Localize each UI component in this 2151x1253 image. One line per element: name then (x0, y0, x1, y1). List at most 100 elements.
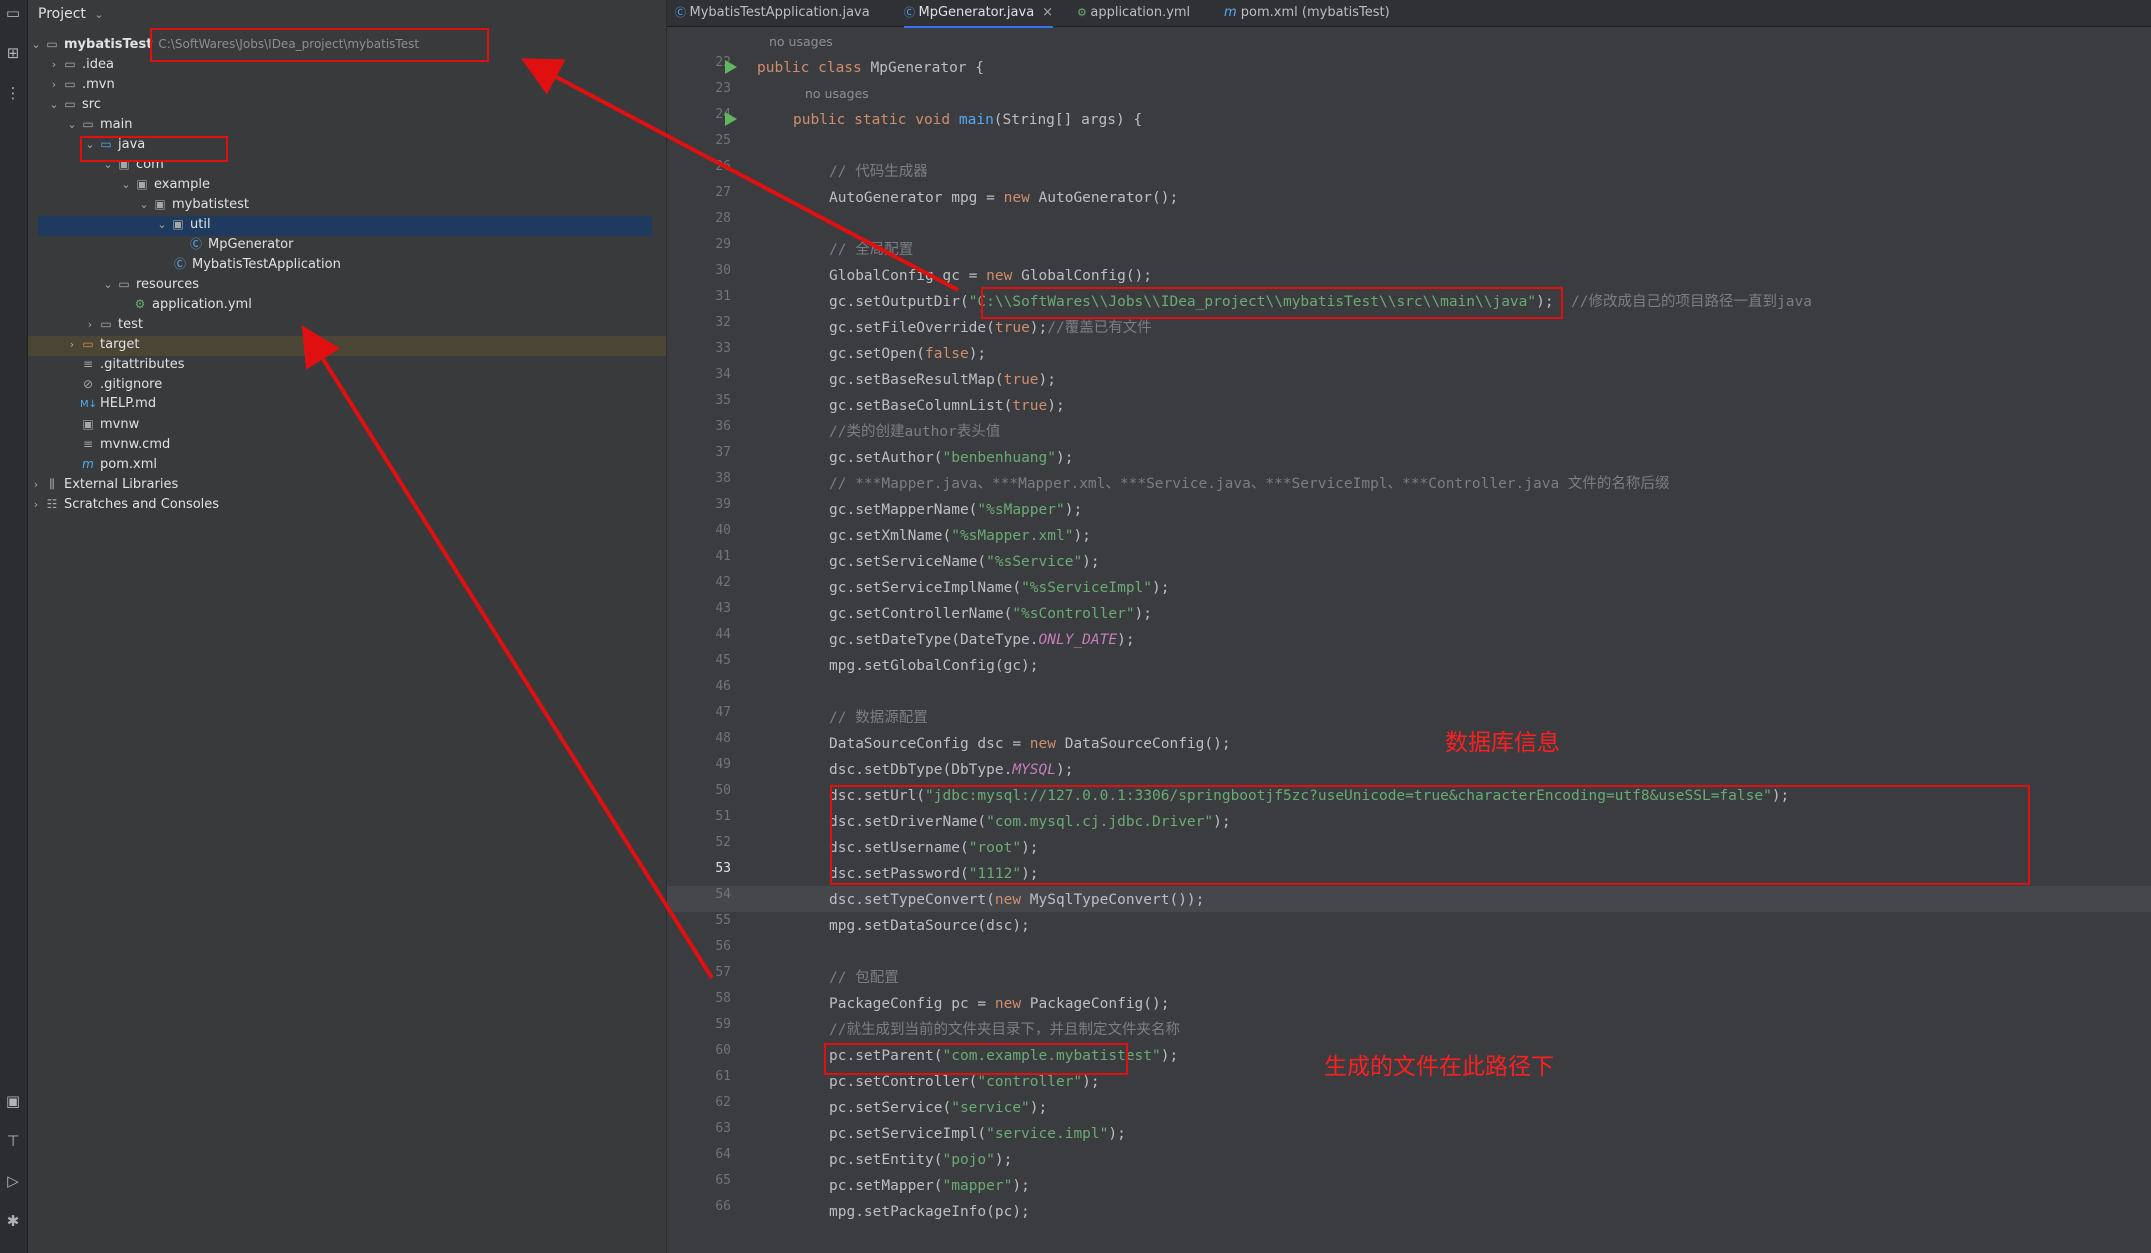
line-number: 56 (715, 939, 731, 954)
code-line-57: PackageConfig pc = new PackageConfig(); (829, 996, 1170, 1012)
line-number: 61 (715, 1069, 731, 1084)
line-number: 40 (715, 523, 731, 538)
line-number: 49 (715, 757, 731, 772)
chevron-right-icon[interactable]: › (46, 75, 62, 95)
tree-item[interactable]: m pom.xml (80, 454, 157, 474)
debug-icon[interactable]: ✱ (4, 1212, 22, 1230)
line-number: 45 (715, 653, 731, 668)
maven-file-icon: m (1224, 5, 1241, 20)
chevron-down-icon[interactable]: ⌄ (118, 175, 134, 195)
line-number: 48 (715, 731, 731, 746)
code-line-63: pc.setEntity("pojo"); (829, 1152, 1013, 1168)
chevron-down-icon[interactable]: ⌄ (28, 35, 44, 55)
tree-item[interactable]: ⌄ ▣ mybatistest (136, 194, 249, 214)
tree-item[interactable]: Ⓒ MybatisTestApplication (172, 254, 341, 274)
chevron-down-icon[interactable]: ⌄ (46, 95, 62, 115)
line-number: 44 (715, 627, 731, 642)
tree-item[interactable]: ▣ mvnw (80, 414, 139, 434)
run-icon[interactable] (725, 112, 737, 126)
tree-item[interactable]: ≡ mvnw.cmd (80, 434, 170, 454)
tree-item[interactable]: ⌄ ▭ main (64, 114, 132, 134)
line-number: 28 (715, 211, 731, 226)
line-number: 54 (715, 887, 731, 902)
tree-item[interactable]: Ⓒ MpGenerator (188, 234, 294, 254)
shell-file-icon: ▣ (82, 417, 94, 431)
java-folder-highlight-box (80, 136, 228, 162)
code-line-58: //就生成到当前的文件夹目录下，并且制定文件夹名称 (829, 1022, 1180, 1038)
line-number: 50 (715, 783, 731, 798)
package-parent-highlight-box (824, 1043, 1128, 1075)
chevron-right-icon[interactable]: › (28, 495, 44, 515)
usage-hint: no usages (769, 34, 833, 49)
tree-item[interactable]: ⚙ application.yml (132, 294, 252, 314)
line-number: 46 (715, 679, 731, 694)
chevron-down-icon[interactable]: ⌄ (100, 275, 116, 295)
code-line-61: pc.setService("service"); (829, 1100, 1048, 1116)
yaml-file-icon: ⚙ (134, 297, 146, 311)
chevron-right-icon[interactable]: › (82, 315, 98, 335)
chevron-down-icon[interactable]: ⌄ (64, 115, 80, 135)
maven-file-icon: m (82, 457, 94, 471)
tree-item[interactable]: › ☷ Scratches and Consoles (28, 494, 219, 514)
spring-class-icon: Ⓒ (173, 257, 186, 271)
package-icon: ▣ (154, 197, 166, 211)
tree-item[interactable]: › ⫼ External Libraries (28, 474, 178, 494)
tree-item[interactable]: › ▭ .mvn (46, 74, 115, 94)
chevron-right-icon[interactable]: › (28, 475, 44, 495)
tree-item-selected[interactable]: ⌄ ▣ util (154, 214, 210, 235)
tree-item[interactable]: › ▭ test (82, 314, 143, 334)
tree-item[interactable]: ⌄ ▭ src (46, 94, 101, 114)
chevron-down-icon[interactable]: ⌄ (136, 195, 152, 215)
code-line-28: // 全局配置 (829, 242, 914, 258)
tree-item[interactable]: ⌄ ▭ resources (100, 274, 199, 294)
project-panel-header[interactable]: Project ⌄ (38, 6, 104, 22)
tree-item[interactable]: › ▭ target (64, 334, 140, 354)
tree-item[interactable]: ⌄ ▣ example (118, 174, 210, 194)
resources-folder-icon: ▭ (118, 277, 130, 291)
code-line-48: dsc.setDbType(DbType.MYSQL); (829, 762, 1074, 778)
excluded-folder-icon: ▭ (82, 337, 94, 351)
project-title: Project (38, 6, 86, 22)
module-folder-icon: ▭ (46, 37, 58, 51)
code-line-41: gc.setServiceImplName("%sServiceImpl"); (829, 580, 1170, 596)
chevron-down-icon[interactable]: ⌄ (154, 215, 170, 235)
folder-icon[interactable]: ▭ (4, 4, 22, 22)
close-icon[interactable]: × (1042, 5, 1053, 20)
run-icon[interactable] (725, 60, 737, 74)
tab-mybatis-test-application[interactable]: Ⓒ MybatisTestApplication.java (675, 0, 870, 26)
code-line-62: pc.setServiceImpl("service.impl"); (829, 1126, 1126, 1142)
run-icon[interactable]: ▷ (4, 1172, 22, 1190)
folder-icon: ▭ (64, 77, 76, 91)
build-icon[interactable]: ⊤ (4, 1132, 22, 1150)
structure-icon[interactable]: ⊞ (4, 44, 22, 62)
folder-icon: ▭ (100, 317, 112, 331)
code-editor: Ⓒ MybatisTestApplication.java Ⓒ MpGenera… (667, 0, 2151, 1253)
tree-item[interactable]: M↓ HELP.md (80, 394, 156, 414)
more-icon[interactable]: ⋮ (4, 84, 22, 102)
folder-icon: ▭ (82, 117, 94, 131)
tab-pom-xml[interactable]: m pom.xml (mybatisTest) (1224, 0, 1390, 26)
tree-item[interactable]: ≡ .gitattributes (80, 354, 185, 374)
selected-row-highlight (38, 216, 652, 236)
code-line-65: mpg.setPackageInfo(pc); (829, 1204, 1030, 1220)
terminal-icon[interactable]: ▣ (4, 1092, 22, 1110)
line-number: 25 (715, 133, 731, 148)
tab-application-yml[interactable]: ⚙ application.yml (1077, 0, 1190, 26)
line-number: 53 (715, 861, 731, 876)
tab-mp-generator[interactable]: Ⓒ MpGenerator.java × (904, 0, 1054, 28)
line-number: 57 (715, 965, 731, 980)
tree-item[interactable]: › ▭ .idea (46, 54, 114, 74)
db-info-annotation: 数据库信息 (1445, 730, 1560, 756)
line-number: 34 (715, 367, 731, 382)
markdown-file-icon: M↓ (80, 399, 98, 410)
code-line-42: gc.setControllerName("%sController"); (829, 606, 1153, 622)
code-line-25: // 代码生成器 (829, 164, 928, 180)
chevron-right-icon[interactable]: › (64, 335, 80, 355)
chevron-right-icon[interactable]: › (46, 55, 62, 75)
line-number: 26 (715, 159, 731, 174)
line-number: 37 (715, 445, 731, 460)
ignore-file-icon: ⊘ (82, 377, 94, 391)
library-icon: ⫼ (49, 477, 55, 491)
line-number: 30 (715, 263, 731, 278)
tree-item[interactable]: ⊘ .gitignore (80, 374, 162, 394)
